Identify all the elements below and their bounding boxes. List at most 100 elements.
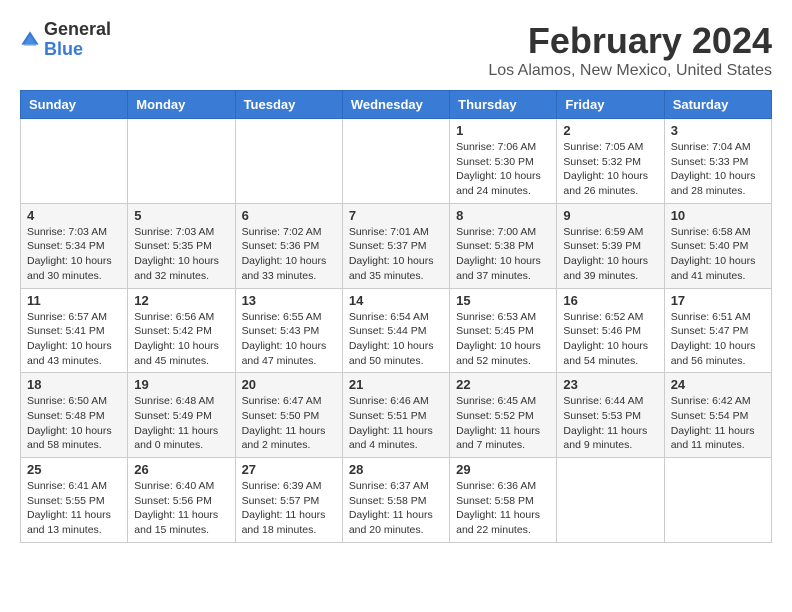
logo-general: General — [44, 19, 111, 39]
day-info: Sunrise: 6:46 AMSunset: 5:51 PMDaylight:… — [349, 394, 443, 453]
day-number: 29 — [456, 462, 550, 477]
calendar-cell — [342, 119, 449, 204]
calendar-week-row: 25 Sunrise: 6:41 AMSunset: 5:55 PMDayligh… — [21, 458, 772, 543]
day-info: Sunrise: 7:03 AMSunset: 5:35 PMDaylight:… — [134, 225, 228, 284]
calendar-cell — [235, 119, 342, 204]
day-number: 10 — [671, 208, 765, 223]
calendar-cell: 14 Sunrise: 6:54 AMSunset: 5:44 PMDayligh… — [342, 288, 449, 373]
calendar-cell: 22 Sunrise: 6:45 AMSunset: 5:52 PMDayligh… — [450, 373, 557, 458]
calendar-cell: 6 Sunrise: 7:02 AMSunset: 5:36 PMDaylight… — [235, 203, 342, 288]
day-of-week-header: Tuesday — [235, 91, 342, 119]
day-info: Sunrise: 7:00 AMSunset: 5:38 PMDaylight:… — [456, 225, 550, 284]
day-number: 4 — [27, 208, 121, 223]
logo-blue: Blue — [44, 39, 83, 59]
calendar-cell: 18 Sunrise: 6:50 AMSunset: 5:48 PMDayligh… — [21, 373, 128, 458]
day-info: Sunrise: 6:41 AMSunset: 5:55 PMDaylight:… — [27, 479, 121, 538]
day-info: Sunrise: 6:45 AMSunset: 5:52 PMDaylight:… — [456, 394, 550, 453]
calendar-cell: 2 Sunrise: 7:05 AMSunset: 5:32 PMDaylight… — [557, 119, 664, 204]
calendar-cell: 15 Sunrise: 6:53 AMSunset: 5:45 PMDayligh… — [450, 288, 557, 373]
day-number: 25 — [27, 462, 121, 477]
calendar-cell: 8 Sunrise: 7:00 AMSunset: 5:38 PMDaylight… — [450, 203, 557, 288]
calendar-cell: 10 Sunrise: 6:58 AMSunset: 5:40 PMDayligh… — [664, 203, 771, 288]
calendar-title: February 2024 — [488, 20, 772, 62]
day-info: Sunrise: 6:50 AMSunset: 5:48 PMDaylight:… — [27, 394, 121, 453]
day-info: Sunrise: 6:53 AMSunset: 5:45 PMDaylight:… — [456, 310, 550, 369]
day-number: 17 — [671, 293, 765, 308]
calendar-header-row: SundayMondayTuesdayWednesdayThursdayFrid… — [21, 91, 772, 119]
day-number: 19 — [134, 377, 228, 392]
calendar-week-row: 18 Sunrise: 6:50 AMSunset: 5:48 PMDayligh… — [21, 373, 772, 458]
calendar-cell: 29Sunrise: 6:36 AMSunset: 5:58 PMDayligh… — [450, 458, 557, 543]
day-number: 9 — [563, 208, 657, 223]
day-number: 16 — [563, 293, 657, 308]
calendar-cell: 9 Sunrise: 6:59 AMSunset: 5:39 PMDaylight… — [557, 203, 664, 288]
day-info: Sunrise: 6:48 AMSunset: 5:49 PMDaylight:… — [134, 394, 228, 453]
day-info: Sunrise: 6:39 AMSunset: 5:57 PMDaylight:… — [242, 479, 336, 538]
day-of-week-header: Wednesday — [342, 91, 449, 119]
day-number: 18 — [27, 377, 121, 392]
day-number: 14 — [349, 293, 443, 308]
day-info: Sunrise: 6:54 AMSunset: 5:44 PMDaylight:… — [349, 310, 443, 369]
day-number: 15 — [456, 293, 550, 308]
day-info: Sunrise: 7:02 AMSunset: 5:36 PMDaylight:… — [242, 225, 336, 284]
day-info: Sunrise: 6:51 AMSunset: 5:47 PMDaylight:… — [671, 310, 765, 369]
day-info: Sunrise: 7:05 AMSunset: 5:32 PMDaylight:… — [563, 140, 657, 199]
calendar-cell: 26Sunrise: 6:40 AMSunset: 5:56 PMDayligh… — [128, 458, 235, 543]
day-number: 27 — [242, 462, 336, 477]
day-number: 7 — [349, 208, 443, 223]
calendar-cell: 25 Sunrise: 6:41 AMSunset: 5:55 PMDayligh… — [21, 458, 128, 543]
day-number: 6 — [242, 208, 336, 223]
day-of-week-header: Sunday — [21, 91, 128, 119]
day-number: 1 — [456, 123, 550, 138]
day-info: Sunrise: 7:03 AMSunset: 5:34 PMDaylight:… — [27, 225, 121, 284]
logo-text: General Blue — [44, 20, 111, 60]
day-number: 20 — [242, 377, 336, 392]
logo-icon — [20, 30, 40, 50]
day-info: Sunrise: 6:44 AMSunset: 5:53 PMDaylight:… — [563, 394, 657, 453]
logo: General Blue — [20, 20, 111, 60]
day-info: Sunrise: 6:42 AMSunset: 5:54 PMDaylight:… — [671, 394, 765, 453]
day-number: 23 — [563, 377, 657, 392]
calendar-cell: 23 Sunrise: 6:44 AMSunset: 5:53 PMDayligh… — [557, 373, 664, 458]
calendar-cell: 17 Sunrise: 6:51 AMSunset: 5:47 PMDayligh… — [664, 288, 771, 373]
day-of-week-header: Friday — [557, 91, 664, 119]
calendar-cell: 3Sunrise: 7:04 AMSunset: 5:33 PMDaylight… — [664, 119, 771, 204]
calendar-cell: 12Sunrise: 6:56 AMSunset: 5:42 PMDayligh… — [128, 288, 235, 373]
calendar-week-row: 11Sunrise: 6:57 AMSunset: 5:41 PMDayligh… — [21, 288, 772, 373]
calendar-cell: 16Sunrise: 6:52 AMSunset: 5:46 PMDayligh… — [557, 288, 664, 373]
day-number: 2 — [563, 123, 657, 138]
day-info: Sunrise: 6:47 AMSunset: 5:50 PMDaylight:… — [242, 394, 336, 453]
calendar-cell — [128, 119, 235, 204]
day-info: Sunrise: 6:55 AMSunset: 5:43 PMDaylight:… — [242, 310, 336, 369]
calendar-cell: 11Sunrise: 6:57 AMSunset: 5:41 PMDayligh… — [21, 288, 128, 373]
day-number: 3 — [671, 123, 765, 138]
day-number: 21 — [349, 377, 443, 392]
calendar-cell: 4 Sunrise: 7:03 AMSunset: 5:34 PMDaylight… — [21, 203, 128, 288]
day-info: Sunrise: 7:01 AMSunset: 5:37 PMDaylight:… — [349, 225, 443, 284]
calendar-cell — [557, 458, 664, 543]
calendar-cell: 5 Sunrise: 7:03 AMSunset: 5:35 PMDaylight… — [128, 203, 235, 288]
calendar-subtitle: Los Alamos, New Mexico, United States — [488, 62, 772, 80]
day-number: 24 — [671, 377, 765, 392]
calendar-cell — [21, 119, 128, 204]
calendar-cell — [664, 458, 771, 543]
day-number: 8 — [456, 208, 550, 223]
calendar-cell: 24 Sunrise: 6:42 AMSunset: 5:54 PMDayligh… — [664, 373, 771, 458]
calendar-week-row: 4 Sunrise: 7:03 AMSunset: 5:34 PMDaylight… — [21, 203, 772, 288]
calendar-cell: 13 Sunrise: 6:55 AMSunset: 5:43 PMDayligh… — [235, 288, 342, 373]
day-number: 13 — [242, 293, 336, 308]
day-info: Sunrise: 6:58 AMSunset: 5:40 PMDaylight:… — [671, 225, 765, 284]
calendar-cell: 20 Sunrise: 6:47 AMSunset: 5:50 PMDayligh… — [235, 373, 342, 458]
day-number: 5 — [134, 208, 228, 223]
day-info: Sunrise: 6:37 AMSunset: 5:58 PMDaylight:… — [349, 479, 443, 538]
day-info: Sunrise: 6:56 AMSunset: 5:42 PMDaylight:… — [134, 310, 228, 369]
day-number: 22 — [456, 377, 550, 392]
day-of-week-header: Saturday — [664, 91, 771, 119]
calendar-table: SundayMondayTuesdayWednesdayThursdayFrid… — [20, 90, 772, 543]
calendar-cell: 19 Sunrise: 6:48 AMSunset: 5:49 PMDayligh… — [128, 373, 235, 458]
day-info: Sunrise: 6:40 AMSunset: 5:56 PMDaylight:… — [134, 479, 228, 538]
calendar-cell: 1Sunrise: 7:06 AMSunset: 5:30 PMDaylight… — [450, 119, 557, 204]
day-info: Sunrise: 6:57 AMSunset: 5:41 PMDaylight:… — [27, 310, 121, 369]
calendar-cell: 28Sunrise: 6:37 AMSunset: 5:58 PMDayligh… — [342, 458, 449, 543]
day-info: Sunrise: 6:59 AMSunset: 5:39 PMDaylight:… — [563, 225, 657, 284]
